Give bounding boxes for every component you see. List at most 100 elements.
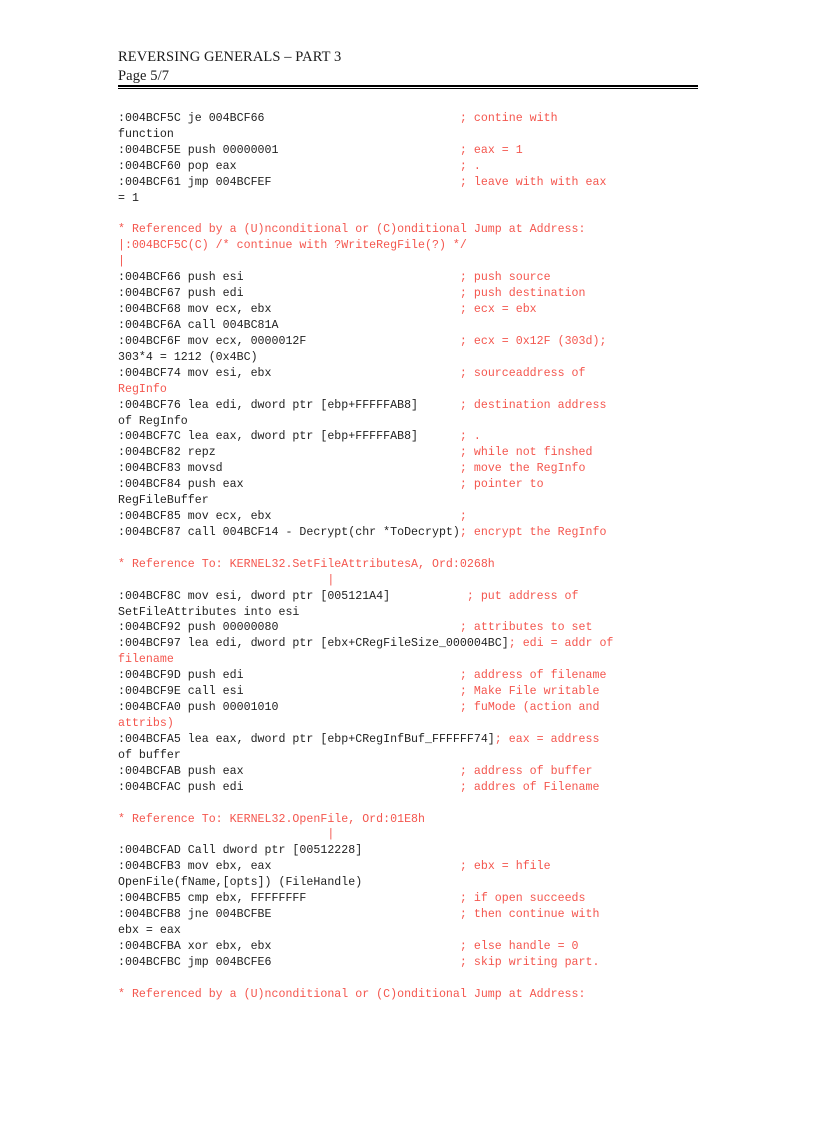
instruction-text: :004BCFAC push edi [118, 780, 460, 794]
comment-text: ; skip writing part. [459, 955, 600, 969]
comment-text: ; . [459, 159, 481, 173]
instruction-text: :004BCF60 pop eax [118, 159, 460, 173]
comment-text: ; destination address [459, 398, 607, 412]
listing-code-line: :004BCF85 mov ecx, ebx ; [118, 509, 718, 525]
instruction-text: :004BCF5C je 004BCF66 [118, 112, 460, 125]
continuation-text: RegInfo [118, 382, 167, 396]
comment-text: ; contine with [459, 112, 558, 125]
instruction-text: :004BCF61 jmp 004BCFEF [118, 175, 460, 189]
instruction-text: :004BCFAD Call dword ptr [00512228] [118, 844, 460, 858]
comment-text: ; edi = addr of [508, 637, 614, 651]
listing-code-line: :004BCF84 push eax ; pointer to [118, 477, 718, 493]
listing-reference-line: |:004BCF5C(C) /* continue with ?WriteReg… [118, 238, 718, 254]
instruction-text: :004BCF7C lea eax, dword ptr [ebp+FFFFFA… [118, 430, 460, 444]
listing-code-line: :004BCF97 lea edi, dword ptr [ebx+CRegFi… [118, 636, 718, 652]
instruction-text: :004BCF83 movsd [118, 462, 460, 476]
disassembly-listing: :004BCF5C je 004BCF66 ; contine with func… [118, 111, 718, 1003]
instruction-text: :004BCF6F mov ecx, 0000012F [118, 334, 460, 348]
listing-wrapped-continuation: function [118, 127, 718, 143]
listing-reference-line: * Reference To: KERNEL32.SetFileAttribut… [118, 557, 718, 573]
instruction-text: :004BCFBA xor ebx, ebx [118, 939, 460, 953]
instruction-text: :004BCF85 mov ecx, ebx [118, 510, 460, 524]
instruction-text: :004BCFB3 mov ebx, eax [118, 860, 460, 874]
listing-wrapped-continuation: of buffer [118, 748, 718, 764]
listing-blank-line [118, 971, 718, 987]
listing-reference-line: | [118, 254, 718, 270]
listing-code-line: :004BCFB8 jne 004BCFBE ; then continue w… [118, 907, 718, 923]
listing-code-line: :004BCFAC push edi ; addres of Filename [118, 780, 718, 796]
listing-wrapped-continuation: OpenFile(fName,[opts]) (FileHandle) [118, 875, 718, 891]
listing-wrapped-continuation: SetFileAttributes into esi [118, 605, 718, 621]
instruction-text: :004BCFB5 cmp ebx, FFFFFFFF [118, 892, 460, 906]
listing-code-line: :004BCF76 lea edi, dword ptr [ebp+FFFFFA… [118, 398, 718, 414]
instruction-text: :004BCFBC jmp 004BCFE6 [118, 955, 460, 969]
comment-text: ; eax = address [494, 732, 600, 746]
listing-code-line: :004BCF5C je 004BCF66 ; contine with [118, 111, 718, 127]
comment-text: ; ebx = hfile [459, 860, 551, 874]
listing-code-line: :004BCF68 mov ecx, ebx ; ecx = ebx [118, 302, 718, 318]
listing-code-line: :004BCFA0 push 00001010 ; fuMode (action… [118, 700, 718, 716]
listing-code-line: :004BCF8C mov esi, dword ptr [005121A4] … [118, 589, 718, 605]
instruction-text: :004BCF9D push edi [118, 669, 460, 683]
listing-code-line: :004BCFAD Call dword ptr [00512228] [118, 843, 718, 859]
instruction-text: :004BCF84 push eax [118, 478, 460, 492]
listing-code-line: :004BCF74 mov esi, ebx ; sourceaddress o… [118, 366, 718, 382]
listing-code-line: :004BCF82 repz ; while not finshed [118, 445, 718, 461]
instruction-text: :004BCF74 mov esi, ebx [118, 366, 460, 380]
listing-code-line: :004BCFA5 lea eax, dword ptr [ebp+CRegIn… [118, 732, 718, 748]
instruction-text: :004BCF76 lea edi, dword ptr [ebp+FFFFFA… [118, 398, 460, 412]
comment-text: ; [459, 510, 467, 524]
listing-wrapped-continuation: filename [118, 652, 718, 668]
listing-code-line: :004BCF61 jmp 004BCFEF ; leave with with… [118, 175, 718, 191]
instruction-text: :004BCF6A call 004BC81A [118, 318, 460, 332]
listing-blank-line [118, 796, 718, 812]
continuation-text: OpenFile(fName,[opts]) (FileHandle) [118, 876, 363, 890]
instruction-text: :004BCFAB push eax [118, 764, 460, 778]
listing-code-line: :004BCFB3 mov ebx, eax ; ebx = hfile [118, 859, 718, 875]
comment-text: ; else handle = 0 [459, 939, 579, 953]
comment-text: ; eax = 1 [459, 143, 523, 157]
reference-text: * Reference To: KERNEL32.OpenFile, Ord:0… [118, 812, 426, 826]
reference-text: | [118, 255, 125, 269]
comment-text: ; if open succeeds [459, 892, 586, 906]
reference-text: | [118, 828, 335, 842]
listing-reference-line: * Referenced by a (U)nconditional or (C)… [118, 987, 718, 1003]
listing-code-line: :004BCF87 call 004BCF14 - Decrypt(chr *T… [118, 525, 718, 541]
continuation-text: attribs) [118, 717, 174, 730]
listing-reference-line: | [118, 827, 718, 843]
continuation-text: ebx = eax [118, 923, 181, 937]
listing-code-line: :004BCF6A call 004BC81A [118, 318, 718, 334]
comment-text: ; then continue with [459, 908, 600, 922]
listing-code-line: :004BCF7C lea eax, dword ptr [ebp+FFFFFA… [118, 429, 718, 445]
comment-text: ; push source [459, 271, 551, 285]
comment-text: ; addres of Filename [459, 780, 600, 794]
comment-text: ; leave with with eax [459, 175, 607, 189]
comment-text: ; move the RegInfo [459, 462, 586, 476]
listing-wrapped-continuation: = 1 [118, 191, 718, 207]
comment-text: ; sourceaddress of [459, 366, 586, 380]
comment-text: ; while not finshed [459, 446, 593, 460]
listing-code-line: :004BCF5E push 00000001 ; eax = 1 [118, 143, 718, 159]
listing-blank-line [118, 541, 718, 557]
listing-reference-line: * Referenced by a (U)nconditional or (C)… [118, 222, 718, 238]
instruction-text: :004BCF68 mov ecx, ebx [118, 303, 460, 317]
listing-blank-line [118, 207, 718, 223]
page-number-label: Page 5/7 [118, 68, 170, 84]
instruction-text: :004BCF67 push edi [118, 287, 460, 301]
reference-text: | [118, 573, 335, 587]
listing-wrapped-continuation: attribs) [118, 716, 718, 732]
listing-reference-line: * Reference To: KERNEL32.OpenFile, Ord:0… [118, 812, 718, 828]
instruction-text: :004BCF97 lea edi, dword ptr [ebx+CRegFi… [118, 637, 509, 651]
listing-code-line: :004BCF60 pop eax ; . [118, 159, 718, 175]
listing-code-line: :004BCFBC jmp 004BCFE6 ; skip writing pa… [118, 955, 718, 971]
comment-text: ; address of filename [459, 669, 607, 683]
reference-text: * Referenced by a (U)nconditional or (C)… [118, 223, 586, 237]
header-divider-rule [118, 85, 698, 89]
instruction-text: :004BCF66 push esi [118, 271, 460, 285]
instruction-text: :004BCF9E call esi [118, 685, 460, 699]
instruction-text: :004BCF5E push 00000001 [118, 143, 460, 157]
listing-code-line: :004BCF6F mov ecx, 0000012F ; ecx = 0x12… [118, 334, 718, 350]
instruction-text: :004BCF87 call 004BCF14 - Decrypt(chr *T… [118, 525, 460, 539]
comment-text: ; attributes to set [459, 621, 593, 635]
instruction-text: :004BCFB8 jne 004BCFBE [118, 908, 460, 922]
